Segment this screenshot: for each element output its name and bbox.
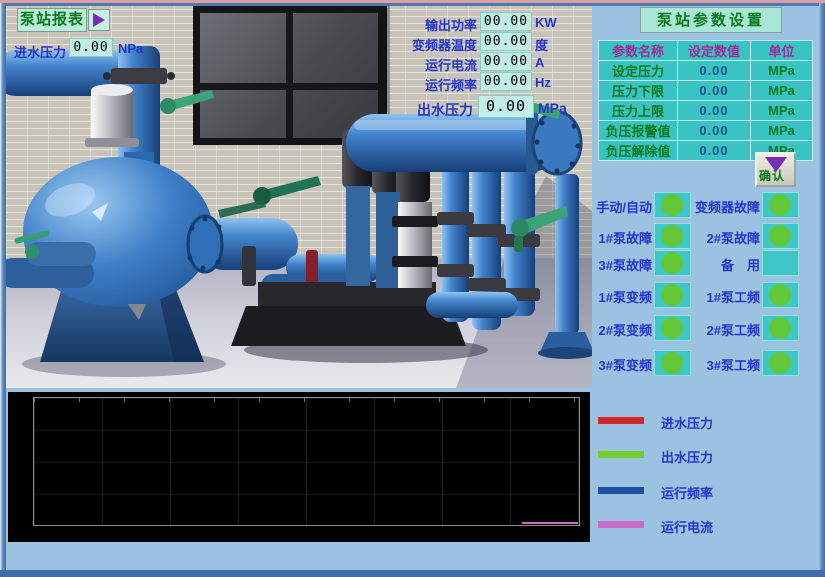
play-icon [93, 13, 105, 27]
param-value[interactable]: 0.00 [678, 61, 751, 81]
settings-row: 设定压力 0.00 MPa [599, 61, 813, 81]
legend-swatch-run-frequency [598, 487, 644, 494]
indicator-pump2-fault [762, 223, 799, 249]
param-name: 压力下限 [599, 81, 678, 101]
output-power-value: 00.00 [480, 12, 532, 31]
run-current-unit: A [535, 55, 544, 70]
frame-bottom-border [0, 570, 825, 577]
indicator-label-pump2-fault: 2#泵故障 [648, 228, 760, 247]
indicator-pump3-mains [762, 350, 799, 376]
led-green [769, 225, 791, 247]
indicator-label-pump1-vfd: 1#泵变频 [540, 287, 652, 306]
settings-panel-title: 泵站参数设置 [640, 7, 782, 33]
inlet-pressure-value: 0.00 [69, 38, 113, 57]
silver-vent-cylinder [85, 84, 139, 147]
indicator-vfd-fault [762, 192, 799, 218]
param-value[interactable]: 0.00 [678, 141, 751, 161]
legend-label-outlet-pressure: 出水压力 [661, 447, 713, 466]
inverter-temp-value: 00.00 [480, 32, 532, 51]
output-power-unit: KW [535, 15, 557, 30]
run-frequency-value: 00.00 [480, 72, 532, 91]
run-frequency-label: 运行频率 [360, 75, 477, 94]
param-value[interactable]: 0.00 [678, 101, 751, 121]
legend-label-inlet-pressure: 进水压力 [661, 413, 713, 432]
indicator-spare [762, 250, 799, 276]
outlet-pressure-label: 出水压力 [368, 100, 473, 120]
confirm-button-label: 确认 [759, 167, 785, 184]
indicator-pump2-mains [762, 315, 799, 341]
indicator-label-spare: 备 用 [648, 255, 760, 274]
legend-label-run-current: 运行电流 [661, 517, 713, 536]
trend-line-run-current [522, 522, 578, 524]
outlet-pressure-unit: MPa [538, 100, 567, 116]
indicator-label-pump3-vfd: 3#泵变频 [540, 355, 652, 374]
run-current-value: 00.00 [480, 52, 532, 71]
output-power-label: 输出功率 [360, 15, 477, 34]
valve-handles-center [218, 176, 321, 218]
frame-top-border [0, 3, 825, 6]
led-green [769, 284, 791, 306]
col-header-set-value: 设定数值 [678, 41, 751, 61]
frame-left-border [0, 3, 6, 577]
indicator-label-pump1-fault: 1#泵故障 [540, 228, 652, 247]
settings-row: 压力上限 0.00 MPa [599, 101, 813, 121]
legend-label-run-frequency: 运行频率 [661, 483, 713, 502]
indicator-label-manual-auto: 手动/自动 [540, 197, 652, 216]
outlet-pressure-value: 0.00 [478, 95, 534, 118]
indicator-label-vfd-fault: 变频器故障 [648, 197, 760, 216]
legend-swatch-outlet-pressure [598, 451, 644, 458]
settings-table-header-row: 参数名称 设定数值 单位 [599, 41, 813, 61]
inlet-pressure-label: 进水压力 [14, 42, 66, 61]
trend-chart-plot-area [33, 397, 580, 526]
led-green [769, 194, 791, 216]
trend-chart [8, 392, 590, 542]
frame-right-border [819, 3, 825, 577]
legend-swatch-run-current [598, 521, 644, 528]
param-name: 压力上限 [599, 101, 678, 121]
param-name: 负压解除值 [599, 141, 678, 161]
report-button[interactable]: 泵站报表 [17, 8, 87, 32]
param-unit: MPa [751, 101, 813, 121]
indicator-pump1-mains [762, 282, 799, 308]
inverter-temp-label: 变频器温度 [360, 35, 477, 54]
param-name: 负压报警值 [599, 121, 678, 141]
param-value[interactable]: 0.00 [678, 121, 751, 141]
indicator-label-pump1-mains: 1#泵工频 [648, 287, 760, 306]
param-name: 设定压力 [599, 61, 678, 81]
confirm-button[interactable]: 确认 [755, 152, 796, 187]
indicator-label-pump3-mains: 3#泵工频 [648, 355, 760, 374]
indicator-label-pump3-fault: 3#泵故障 [540, 255, 652, 274]
inverter-temp-unit: 度 [535, 35, 548, 54]
valve-green-left [160, 90, 214, 114]
inlet-pressure-unit: NPa [118, 41, 143, 56]
param-unit: MPa [751, 61, 813, 81]
param-value[interactable]: 0.00 [678, 81, 751, 101]
col-header-unit: 单位 [751, 41, 813, 61]
col-header-param-name: 参数名称 [599, 41, 678, 61]
led-green [769, 317, 791, 339]
led-green [769, 352, 791, 374]
indicator-label-pump2-vfd: 2#泵变频 [540, 320, 652, 339]
run-current-label: 运行电流 [360, 55, 477, 74]
settings-row: 负压报警值 0.00 MPa [599, 121, 813, 141]
legend-swatch-inlet-pressure [598, 417, 644, 424]
param-unit: MPa [751, 81, 813, 101]
hmi-pump-station-screen: 泵站报表 进水压力 0.00 NPa 输出功率 00.00 KW 变频器温度 0… [0, 0, 825, 577]
settings-row: 压力下限 0.00 MPa [599, 81, 813, 101]
report-open-button[interactable] [88, 9, 110, 31]
param-unit: MPa [751, 121, 813, 141]
run-frequency-unit: Hz [535, 75, 551, 90]
indicator-label-pump2-mains: 2#泵工频 [648, 320, 760, 339]
report-button-label: 泵站报表 [20, 11, 84, 28]
settings-table: 参数名称 设定数值 单位 设定压力 0.00 MPa 压力下限 0.00 MPa… [598, 40, 813, 161]
